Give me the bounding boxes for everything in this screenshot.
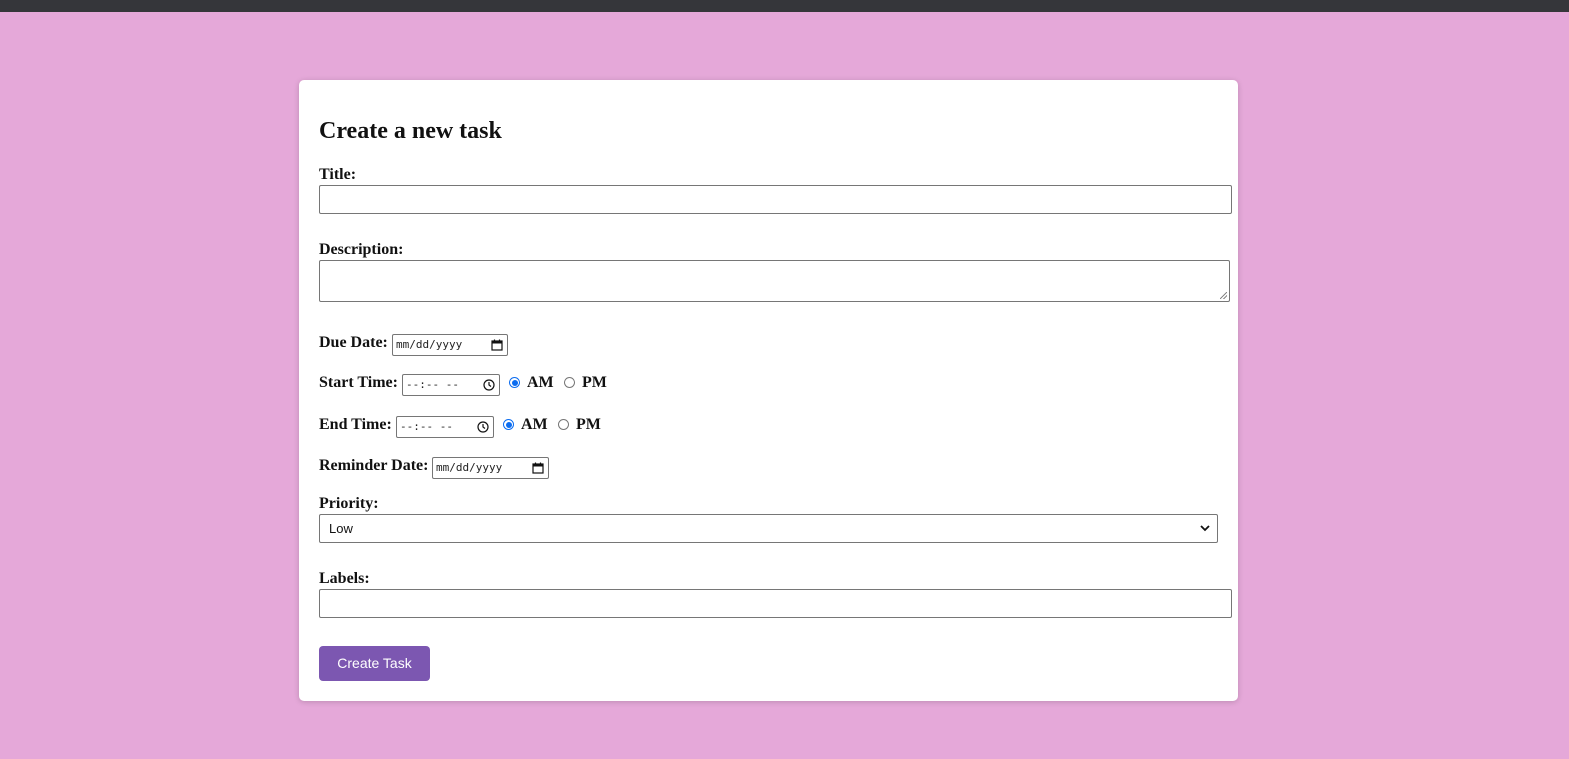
end-time-input[interactable]: --:-- -- [396,416,494,438]
title-input[interactable] [319,185,1232,214]
description-label: Description: [319,241,404,258]
start-am-label: AM [527,374,554,391]
priority-select[interactable]: Low [319,514,1218,543]
due-date-input[interactable]: mm/dd/yyyy [392,334,508,356]
resize-grip-icon[interactable] [1220,292,1227,299]
end-time-placeholder: --:-- -- [400,420,453,433]
chevron-down-icon [1200,525,1210,532]
due-date-placeholder: mm/dd/yyyy [396,338,463,351]
priority-label: Priority: [319,495,379,512]
clock-icon[interactable] [477,421,489,433]
end-pm-radio[interactable] [558,419,569,430]
browser-top-bar [0,0,1569,12]
start-time-placeholder: --:-- -- [406,378,459,391]
end-time-label: End Time: [319,416,392,433]
reminder-date-label: Reminder Date: [319,457,429,474]
end-pm-label: PM [576,416,601,433]
description-textarea[interactable] [319,260,1230,302]
clock-icon[interactable] [483,379,495,391]
priority-selected-value: Low [329,521,353,536]
form-heading: Create a new task [319,118,502,144]
due-date-label: Due Date: [319,334,388,351]
create-task-button[interactable]: Create Task [319,646,430,681]
start-am-radio[interactable] [509,377,520,388]
reminder-date-input[interactable]: mm/dd/yyyy [432,457,549,479]
start-pm-label: PM [582,374,607,391]
start-time-input[interactable]: --:-- -- [402,374,500,396]
end-am-radio[interactable] [503,419,514,430]
labels-label: Labels: [319,570,370,587]
calendar-icon[interactable] [491,339,503,351]
task-form-card: Create a new task Title: Description: Du… [299,80,1238,701]
title-label: Title: [319,166,357,183]
end-am-label: AM [521,416,548,433]
reminder-date-placeholder: mm/dd/yyyy [436,461,503,474]
labels-input[interactable] [319,589,1232,618]
calendar-icon[interactable] [532,462,544,474]
start-time-label: Start Time: [319,374,398,391]
start-pm-radio[interactable] [564,377,575,388]
